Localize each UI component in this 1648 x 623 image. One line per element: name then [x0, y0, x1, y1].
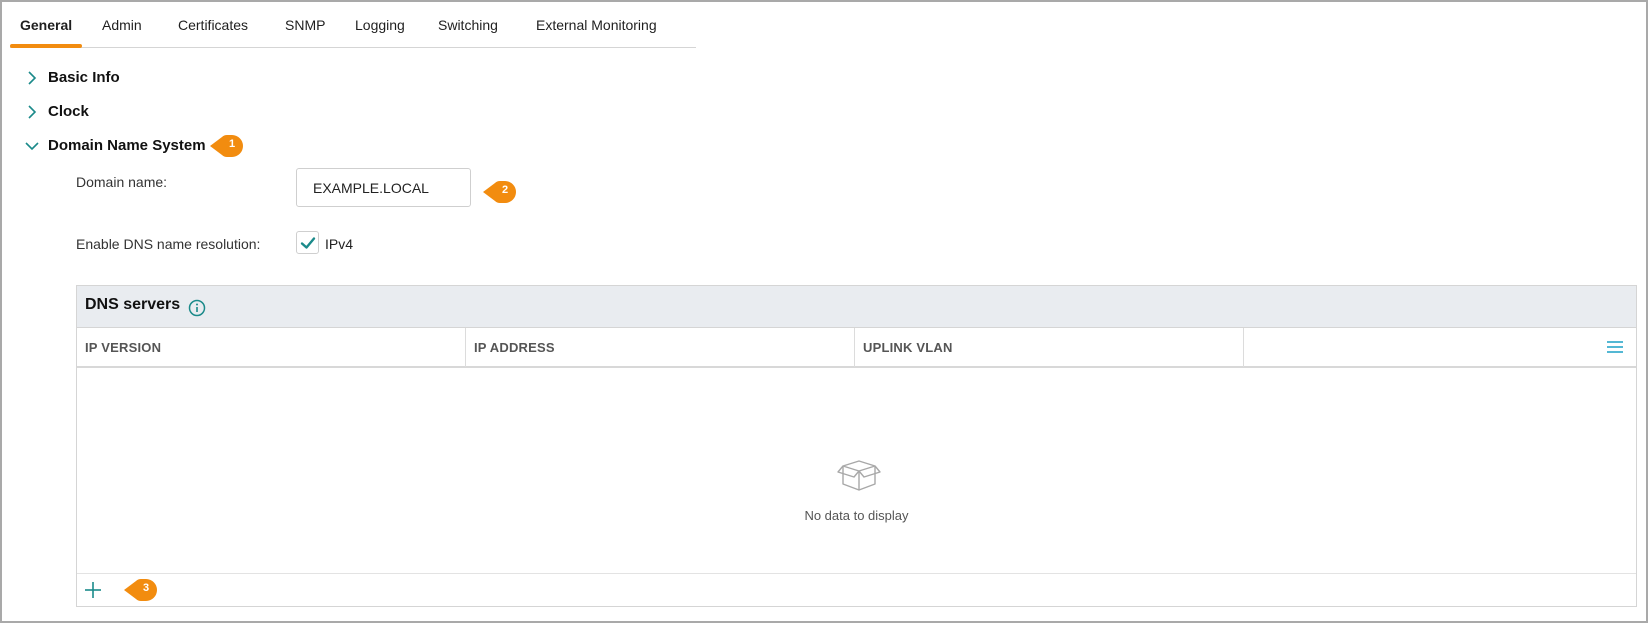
callout-badge-1: 1	[210, 134, 244, 158]
section-title: Clock	[48, 103, 89, 120]
section-title: Basic Info	[48, 69, 120, 86]
domain-name-input[interactable]	[296, 168, 471, 207]
panel-title: DNS servers	[85, 296, 181, 313]
ipv4-label: IPv4	[325, 236, 354, 252]
column-header-ip-version[interactable]: IP VERSION	[77, 328, 466, 367]
info-icon[interactable]	[188, 299, 206, 317]
callout-badge-2: 2	[483, 180, 517, 204]
menu-icon[interactable]	[1606, 340, 1624, 354]
tab-snmp[interactable]: SNMP	[285, 17, 325, 33]
tab-admin[interactable]: Admin	[102, 17, 142, 33]
tab-bar: General Admin Certificates SNMP Logging …	[10, 8, 696, 48]
dns-resolution-label: Enable DNS name resolution:	[76, 236, 261, 252]
panel-header: DNS servers	[77, 286, 1636, 327]
tab-certificates[interactable]: Certificates	[178, 17, 248, 33]
empty-state-text: No data to display	[804, 508, 909, 523]
tab-switching[interactable]: Switching	[438, 17, 498, 33]
active-tab-indicator	[10, 44, 82, 48]
dns-servers-table: DNS servers IP VERSION IP ADDRESS UPLINK…	[76, 285, 1637, 607]
chevron-down-icon	[25, 142, 39, 151]
chevron-right-icon	[28, 105, 37, 119]
table-footer	[77, 573, 1636, 606]
section-title: Domain Name System	[48, 137, 206, 154]
chevron-right-icon	[28, 71, 37, 85]
plus-icon[interactable]	[83, 580, 103, 600]
empty-box-icon	[837, 460, 881, 491]
tab-general[interactable]: General	[20, 17, 72, 33]
column-header-actions	[1244, 328, 1636, 367]
callout-badge-3: 3	[124, 578, 158, 602]
domain-name-label: Domain name:	[76, 174, 168, 190]
ipv4-checkbox[interactable]	[296, 231, 319, 254]
table-header-row: IP VERSION IP ADDRESS UPLINK VLAN	[77, 327, 1636, 368]
tab-logging[interactable]: Logging	[355, 17, 405, 33]
settings-panel: General Admin Certificates SNMP Logging …	[0, 0, 1648, 623]
column-header-ip-address[interactable]: IP ADDRESS	[466, 328, 855, 367]
tab-external-monitoring[interactable]: External Monitoring	[536, 17, 657, 33]
check-icon	[300, 237, 316, 249]
column-header-uplink-vlan[interactable]: UPLINK VLAN	[855, 328, 1244, 367]
